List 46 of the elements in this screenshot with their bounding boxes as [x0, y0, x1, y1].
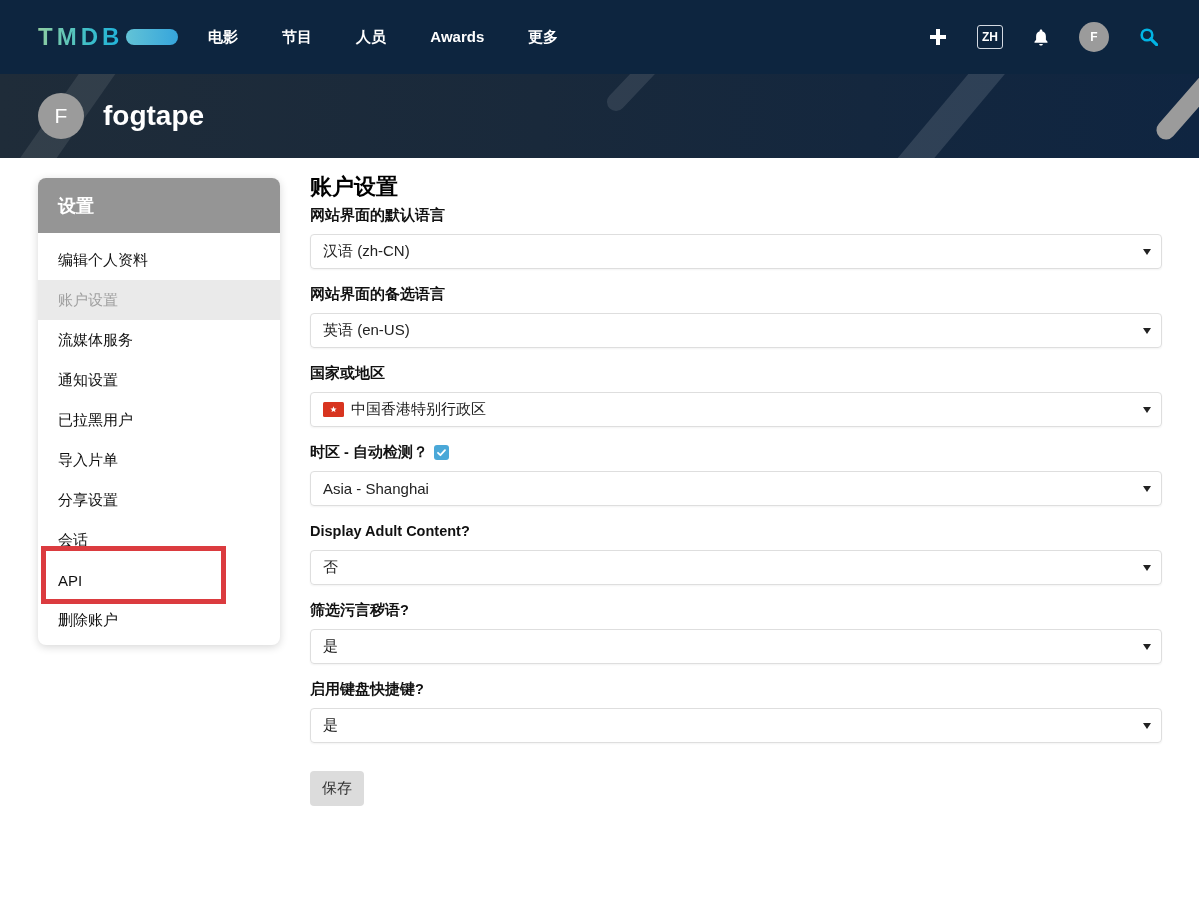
select-field[interactable]: 否 [310, 550, 1162, 585]
nav-link[interactable]: 人员 [356, 27, 387, 47]
caret-down-icon [1143, 643, 1151, 650]
checkbox[interactable] [433, 444, 449, 460]
logo-pill-icon [126, 29, 179, 45]
sidebar-item[interactable]: 通知设置 [38, 360, 280, 400]
nav-link[interactable]: 更多 [528, 27, 559, 47]
field-label: 筛选污言秽语? [310, 601, 409, 620]
plus-icon[interactable] [930, 29, 946, 45]
field-label: 网站界面的备选语言 [310, 285, 445, 304]
select-field[interactable]: Asia - Shanghai [310, 471, 1162, 506]
nav-link[interactable]: Awards [430, 27, 485, 47]
sidebar-item[interactable]: 导入片单 [38, 440, 280, 480]
field-label: 启用键盘快捷键? [310, 680, 424, 699]
page-title: 账户设置 [310, 173, 399, 201]
field-label: Display Adult Content? [310, 522, 470, 541]
bell-icon[interactable] [1034, 28, 1048, 46]
caret-down-icon [1143, 722, 1151, 729]
caret-down-icon [1143, 248, 1151, 255]
caret-down-icon [1143, 564, 1151, 571]
username: fogtape [103, 99, 205, 133]
flag-icon [323, 402, 344, 417]
language-button[interactable]: ZH [977, 25, 1003, 49]
nav-link[interactable]: 节目 [282, 27, 313, 47]
sidebar-item[interactable]: API [38, 560, 280, 600]
sidebar-item[interactable]: 流媒体服务 [38, 320, 280, 360]
profile-avatar: F [38, 93, 84, 139]
caret-down-icon [1143, 327, 1151, 334]
field-label: 网站界面的默认语言 [310, 206, 445, 225]
caret-down-icon [1143, 406, 1151, 413]
nav-link[interactable]: 电影 [208, 27, 239, 47]
sidebar-item[interactable]: 编辑个人资料 [38, 240, 280, 280]
caret-down-icon [1143, 485, 1151, 492]
select-field[interactable]: 是 [310, 708, 1162, 743]
sidebar-item[interactable]: 已拉黑用户 [38, 400, 280, 440]
sidebar-title: 设置 [38, 178, 280, 233]
select-field[interactable]: 汉语 (zh-CN) [310, 234, 1162, 269]
sidebar-item[interactable]: 分享设置 [38, 480, 280, 520]
field-label: 国家或地区 [310, 364, 385, 383]
sidebar-item[interactable]: 删除账户 [38, 600, 280, 640]
select-field[interactable]: 英语 (en-US) [310, 313, 1162, 348]
select-field[interactable]: 是 [310, 629, 1162, 664]
save-button[interactable]: 保存 [310, 771, 364, 806]
select-field[interactable]: 中国香港特别行政区 [310, 392, 1162, 427]
field-label: 时区 - 自动检测？ [310, 443, 428, 462]
search-icon[interactable] [1140, 28, 1158, 46]
